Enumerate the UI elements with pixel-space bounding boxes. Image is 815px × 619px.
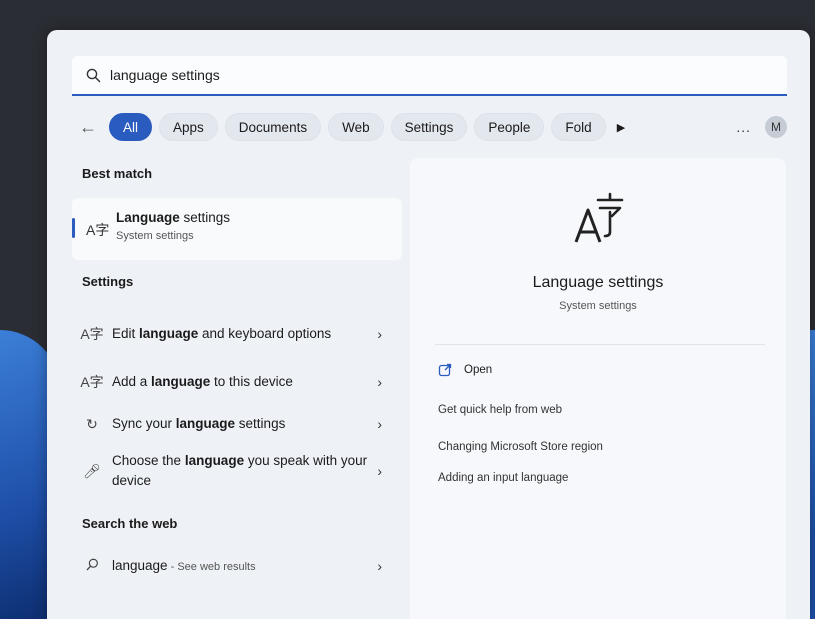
list-item-label: Edit language and keyboard options [112, 326, 332, 341]
list-item-edit-language[interactable]: A字 Edit language and keyboard options › [72, 311, 402, 357]
filter-chip-documents[interactable]: Documents [224, 113, 322, 141]
search-box[interactable] [72, 56, 787, 96]
list-item-label: Sync your language settings [112, 416, 286, 431]
search-icon [86, 68, 101, 83]
language-icon: A字 [86, 222, 110, 238]
language-icon: A字 [80, 326, 104, 342]
list-item-speech-language[interactable]: 🎤︎ Choose the language you speak with yo… [72, 448, 402, 494]
link-quick-help[interactable]: Get quick help from web [438, 404, 562, 416]
language-icon: A字 [80, 374, 104, 390]
best-match-heading: Best match [82, 166, 153, 181]
open-action[interactable]: Open [438, 363, 492, 377]
list-item-label: Choose the language you speak with your … [112, 453, 368, 488]
chevron-right-icon: › [377, 463, 382, 479]
chevron-right-icon: › [377, 416, 382, 432]
filter-chip-people[interactable]: People [474, 113, 545, 141]
chevron-right-icon: › [377, 558, 382, 574]
open-external-icon [438, 363, 452, 377]
chevron-right-icon: › [377, 326, 382, 342]
filter-chip-web[interactable]: Web [328, 113, 384, 141]
search-icon [72, 558, 112, 574]
more-options-icon[interactable]: ... [736, 119, 751, 135]
avatar[interactable]: M [765, 116, 787, 138]
best-match-title: Language settings [116, 210, 231, 225]
chevron-right-icon: › [377, 374, 382, 390]
start-search-panel: ← All Apps Documents Web Settings People… [47, 30, 810, 619]
settings-heading: Settings [82, 274, 134, 289]
list-item-label: Add a language to this device [112, 374, 293, 389]
list-item-web-search[interactable]: language - See web results › [72, 546, 402, 586]
list-item-sync-language[interactable]: ↻ Sync your language settings › [72, 404, 402, 444]
language-icon [574, 192, 624, 243]
best-match-item[interactable]: A字 Language settings System settings [72, 198, 402, 260]
filter-chip-apps[interactable]: Apps [159, 113, 218, 141]
divider [435, 344, 765, 345]
search-web-heading: Search the web [82, 516, 178, 531]
preview-subtitle: System settings [559, 300, 637, 312]
filter-chip-all[interactable]: All [109, 113, 153, 141]
filter-chip-settings[interactable]: Settings [390, 113, 468, 141]
back-arrow-icon[interactable]: ← [77, 116, 99, 138]
best-match-subtitle: System settings [116, 230, 194, 242]
filter-chip-folders[interactable]: Fold [551, 113, 606, 141]
sync-icon: ↻ [86, 415, 98, 432]
preview-title: Language settings [532, 274, 664, 291]
list-item-add-language[interactable]: A字 Add a language to this device › [72, 362, 402, 402]
link-store-region[interactable]: Changing Microsoft Store region [438, 441, 603, 453]
selection-indicator [72, 218, 75, 238]
link-input-language[interactable]: Adding an input language [438, 472, 568, 484]
scroll-right-icon[interactable]: ▶ [617, 121, 625, 134]
open-label: Open [464, 364, 493, 376]
preview-pane: Language settings System settings Open G… [410, 158, 786, 619]
microphone-icon: 🎤︎ [83, 462, 101, 479]
search-input[interactable] [110, 67, 710, 83]
filter-bar: ← All Apps Documents Web Settings People… [77, 112, 787, 142]
list-item-label: language - See web results [112, 557, 256, 573]
